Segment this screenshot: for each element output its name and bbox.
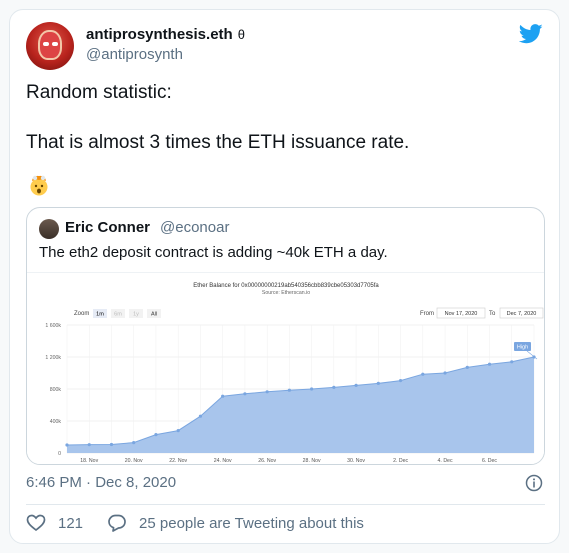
- data-point: [198, 414, 203, 418]
- x-tick-label: 2. Dec: [393, 458, 408, 464]
- x-tick-label: 20. Nov: [125, 458, 143, 464]
- x-tick-label: 6. Dec: [482, 458, 497, 464]
- exploding-head-emoji-icon: [30, 175, 48, 196]
- tweeting-about-action[interactable]: 25 people are Tweeting about this: [107, 513, 364, 533]
- data-point: [421, 372, 425, 376]
- x-tick-label: 30. Nov: [347, 458, 365, 464]
- to-label: To: [489, 311, 496, 317]
- tweet-line-2: That is almost 3 times the ETH issuance …: [26, 132, 410, 153]
- data-point: [243, 392, 247, 396]
- tweeting-about-text: 25 people are Tweeting about this: [139, 514, 364, 532]
- svg-text:1m: 1m: [96, 312, 104, 318]
- svg-text:6m: 6m: [114, 312, 122, 318]
- quoted-author-handle: @econoar: [160, 219, 230, 236]
- svg-text:1y: 1y: [133, 312, 139, 318]
- y-tick-label: 1 200k: [45, 355, 61, 361]
- y-tick-label: 800k: [50, 387, 62, 393]
- zoom-button-1m[interactable]: 1m: [93, 309, 107, 318]
- to-date-input[interactable]: Dec 7, 2020: [499, 307, 544, 319]
- y-axis-ticks: 0 400k 800k 1 200k 1 600k: [45, 323, 61, 457]
- data-point: [176, 429, 180, 433]
- quoted-tweet[interactable]: Eric Conner @econoar The eth2 deposit co…: [26, 207, 545, 465]
- tweet-card: antiprosynthesis.eth θ @antiprosynth Ran…: [9, 9, 560, 544]
- area-fill: [67, 357, 534, 453]
- data-point: [398, 379, 403, 383]
- x-tick-label: 18. Nov: [80, 458, 98, 464]
- svg-text:All: All: [151, 312, 157, 318]
- chart-area-series: [66, 356, 535, 453]
- reply-bubble-icon[interactable]: [107, 513, 127, 533]
- tweet-line-1: Random statistic:: [26, 82, 172, 103]
- data-point: [132, 441, 136, 445]
- tweet-actions: 121 25 people are Tweeting about this: [26, 513, 388, 533]
- data-point: [65, 443, 69, 447]
- like-count: 121: [58, 514, 84, 532]
- from-date-input[interactable]: Nov 17, 2020: [436, 307, 486, 319]
- tweet-body: Random statistic: That is almost 3 times…: [26, 80, 546, 180]
- author-name-row[interactable]: antiprosynthesis.eth θ: [86, 26, 245, 43]
- twitter-bird-icon[interactable]: [519, 24, 543, 44]
- svg-text:Nov 17, 2020: Nov 17, 2020: [445, 311, 478, 317]
- quoted-author-avatar: [39, 219, 59, 239]
- data-point: [465, 365, 469, 369]
- quoted-author-name: Eric Conner: [65, 219, 151, 236]
- y-tick-label: 400k: [50, 419, 62, 425]
- data-point: [510, 360, 514, 364]
- from-label: From: [420, 311, 434, 317]
- tweet-timestamp[interactable]: 6:46 PM · Dec 8, 2020: [26, 474, 176, 491]
- x-axis-ticks: 18. Nov 20. Nov 22. Nov 24. Nov 26. Nov 28. N…: [80, 458, 497, 464]
- author-avatar[interactable]: [26, 22, 74, 70]
- x-tick-label: 28. Nov: [303, 458, 321, 464]
- zoom-button-6m[interactable]: 6m: [111, 309, 125, 318]
- like-action[interactable]: 121: [26, 513, 83, 533]
- chart-svg: Ether Balance for 0x00000000219ab540356c…: [45, 283, 544, 464]
- info-icon[interactable]: [525, 474, 543, 492]
- svg-text:High: High: [517, 345, 528, 351]
- data-point: [443, 371, 447, 375]
- data-point: [87, 443, 91, 447]
- data-point: [265, 390, 269, 394]
- y-tick-label: 0: [58, 451, 61, 457]
- x-tick-label: 22. Nov: [169, 458, 187, 464]
- author-handle[interactable]: @antiprosynth: [86, 46, 183, 63]
- heart-icon[interactable]: [26, 513, 46, 533]
- footer-divider: [26, 504, 545, 505]
- zoom-button-1y[interactable]: 1y: [129, 309, 143, 318]
- zoom-button-all[interactable]: All: [147, 309, 161, 318]
- chart-subtitle: Source: Etherscan.io: [262, 290, 310, 296]
- data-point: [487, 362, 492, 366]
- svg-text:Dec 7, 2020: Dec 7, 2020: [507, 311, 537, 317]
- x-tick-label: 26. Nov: [258, 458, 276, 464]
- x-tick-label: 4. Dec: [438, 458, 453, 464]
- zoom-label: Zoom: [74, 311, 89, 317]
- x-tick-label: 24. Nov: [214, 458, 232, 464]
- ether-balance-chart[interactable]: Ether Balance for 0x00000000219ab540356c…: [27, 272, 544, 464]
- data-point: [221, 394, 225, 398]
- data-point: [332, 385, 336, 389]
- quoted-tweet-text: The eth2 deposit contract is adding ~40k…: [39, 244, 388, 261]
- data-point: [109, 442, 114, 447]
- data-point: [376, 381, 380, 385]
- y-tick-label: 1 600k: [45, 323, 61, 329]
- data-point: [287, 388, 291, 392]
- chart-title: Ether Balance for 0x00000000219ab540356c…: [193, 283, 379, 289]
- data-point: [354, 383, 358, 387]
- high-flag: High: [514, 342, 538, 360]
- author-display-name[interactable]: antiprosynthesis.eth: [86, 26, 233, 43]
- data-point: [154, 433, 158, 437]
- data-point: [310, 387, 314, 391]
- eth-glyph: θ: [237, 27, 245, 42]
